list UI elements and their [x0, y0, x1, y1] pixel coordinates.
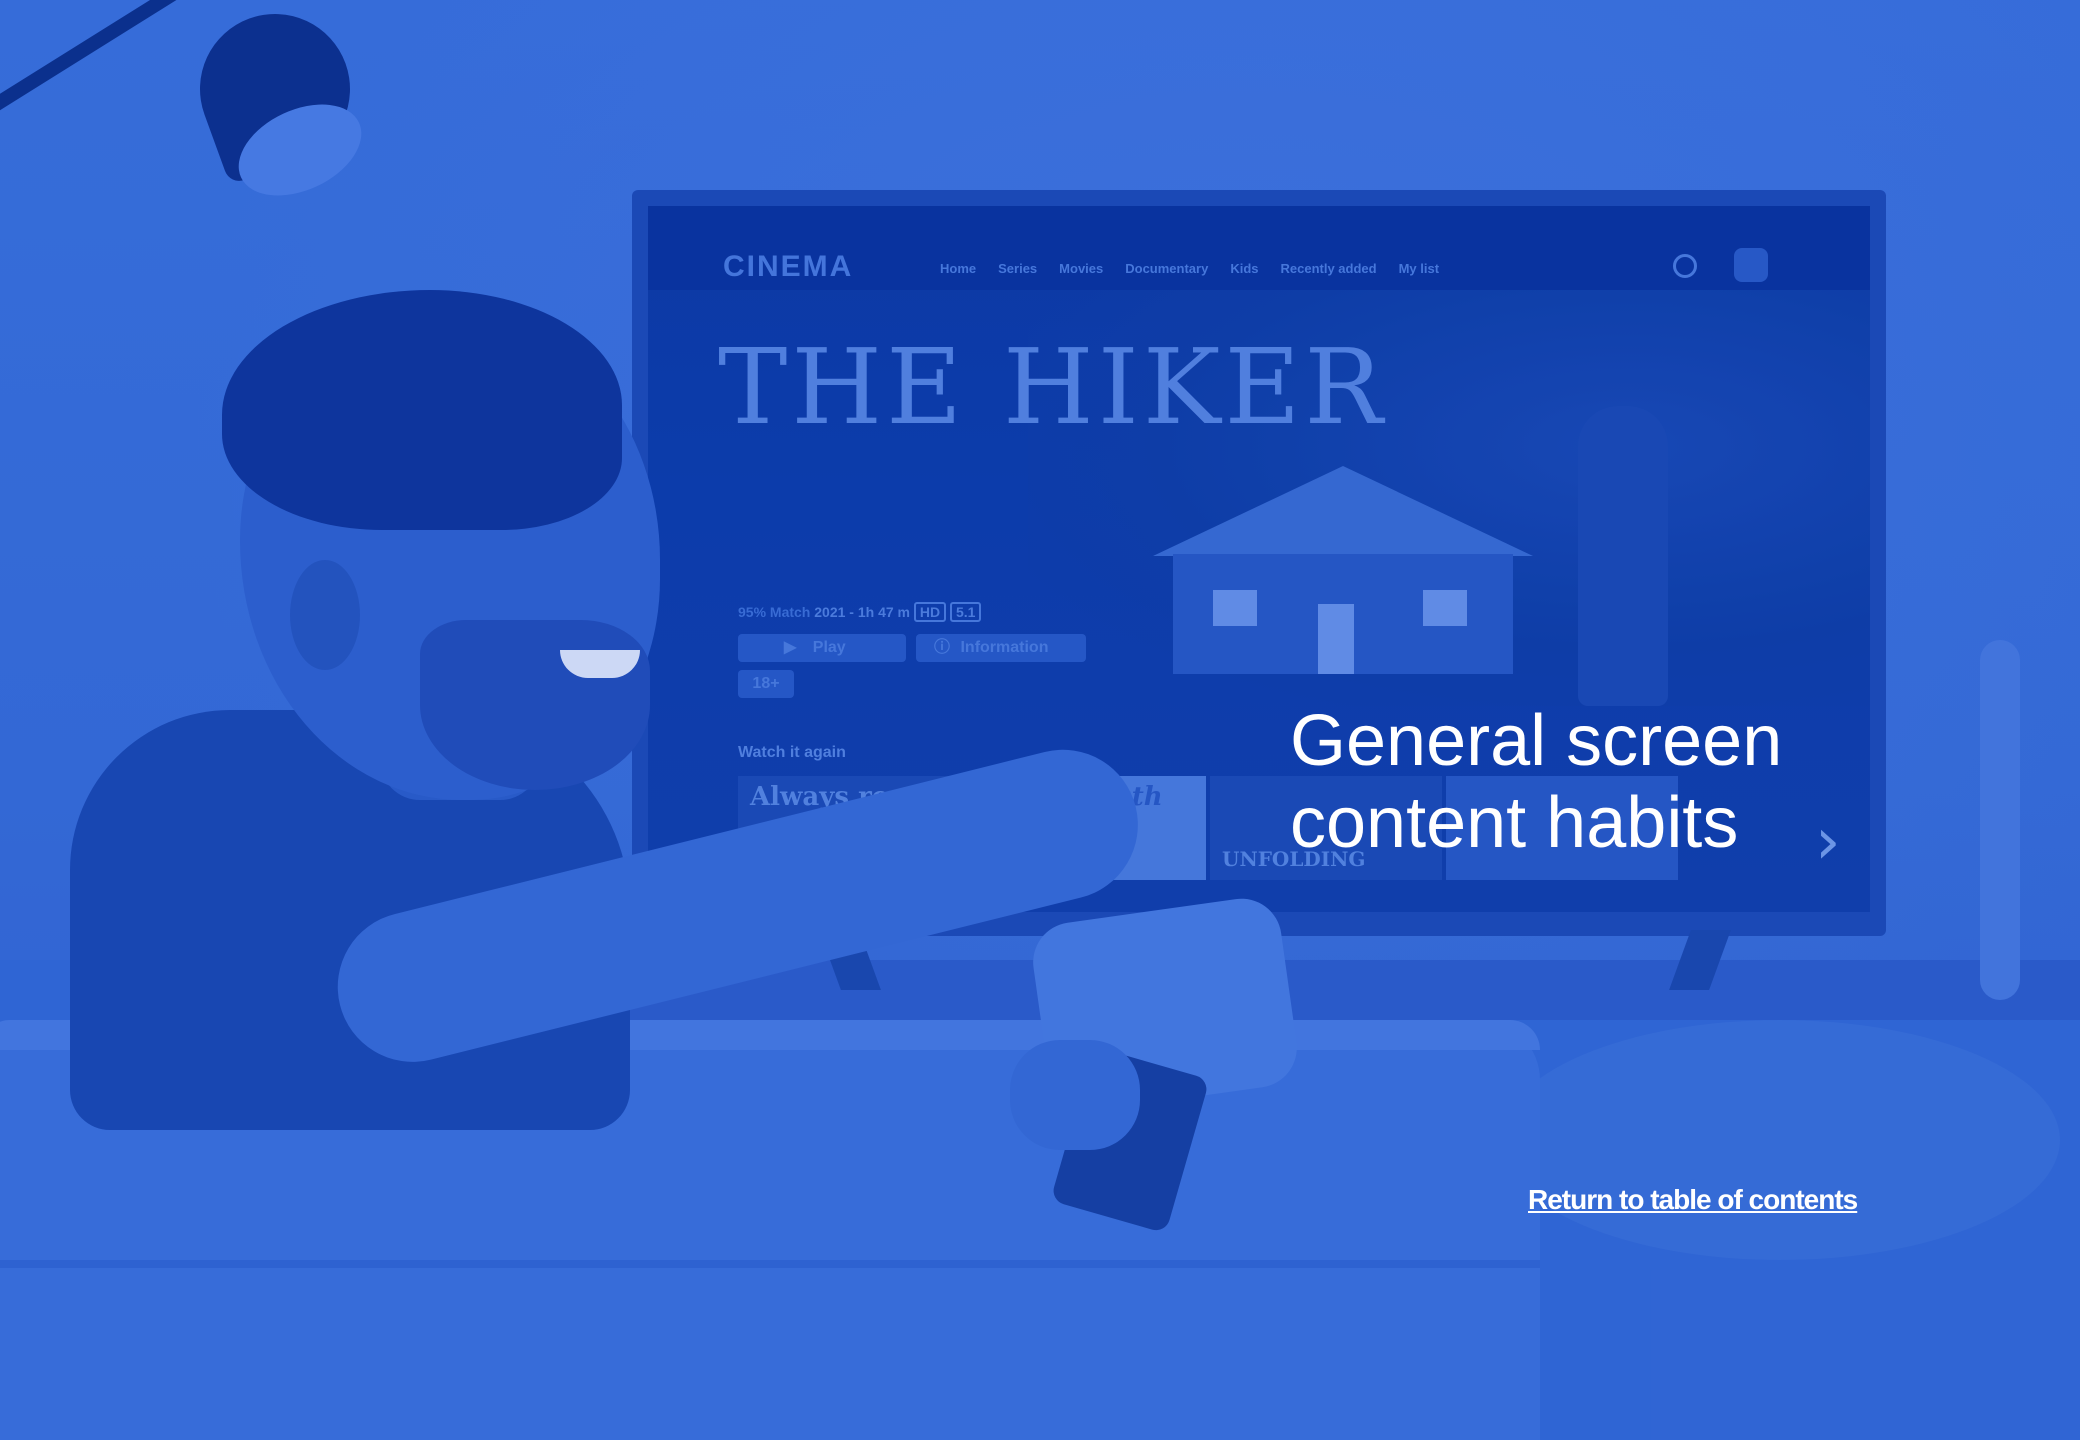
section-heading: General screen content habits: [1290, 700, 1850, 864]
heading-line-2: content habits: [1290, 783, 1739, 863]
heading-line-1: General screen: [1290, 701, 1783, 781]
return-to-toc-link[interactable]: Return to table of contents: [1528, 1184, 1858, 1216]
